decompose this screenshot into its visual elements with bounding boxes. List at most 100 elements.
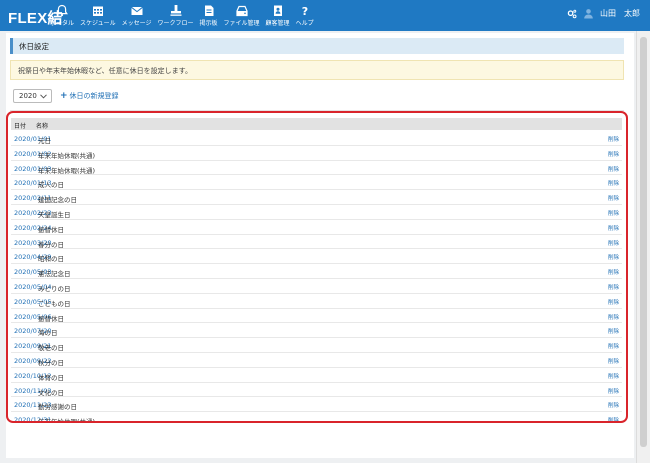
holiday-table: 日付 名称 2020/01/01 元日 削除 2020/01/02 年末年始休暇(共通)…: [6, 111, 628, 423]
nav-label: スケジュール: [80, 20, 116, 27]
holiday-name: 勤労感謝の日: [38, 403, 77, 412]
table-row: 2020/01/02 年末年始休暇(共通) 削除: [11, 146, 622, 161]
table-row: 2020/03/20 春分の日 削除: [11, 235, 622, 250]
holiday-name: 文化の日: [38, 388, 64, 397]
chevron-down-icon: [40, 94, 47, 99]
holiday-name: 敬老の日: [38, 344, 64, 353]
table-row: 2020/09/21 敬老の日 削除: [11, 338, 622, 353]
plus-icon: +: [60, 90, 68, 101]
table-row: 2020/02/23 天皇誕生日 削除: [11, 205, 622, 220]
holiday-name: 憲法記念日: [38, 270, 71, 279]
table-row: 2020/05/05 こどもの日 削除: [11, 294, 622, 309]
top-navigation-bar: FLEX結 ポータル スケジュール メッセージ ワークフロー 掲示板 ファイル管…: [0, 0, 650, 31]
table-row: 2020/12/31 年末年始休暇(共通) 削除: [11, 412, 622, 423]
holiday-name: 年末年始休暇(共通): [38, 418, 96, 423]
holiday-name: 秋分の日: [38, 359, 64, 367]
holiday-name: 年末年始休暇(共通): [38, 166, 96, 175]
delete-link[interactable]: 削除: [608, 327, 619, 335]
delete-link[interactable]: 削除: [608, 209, 619, 217]
column-header-date: 日付: [14, 123, 27, 130]
delete-link[interactable]: 削除: [608, 416, 619, 421]
page-title-bar: 休日設定: [10, 38, 624, 54]
delete-link[interactable]: 削除: [608, 179, 619, 187]
holiday-name: 建国記念の日: [38, 196, 77, 205]
holiday-name: みどりの日: [38, 285, 71, 293]
table-row: 2020/05/06 振替休日 削除: [11, 309, 622, 324]
nav-board[interactable]: 掲示板: [200, 0, 218, 31]
nav-label: 顧客管理: [265, 20, 290, 27]
holiday-name: 海の日: [38, 329, 58, 338]
delete-link[interactable]: 削除: [608, 357, 619, 365]
table-row: 2020/01/03 年末年始休暇(共通) 削除: [11, 161, 622, 176]
delete-link[interactable]: 削除: [608, 253, 619, 261]
table-row: 2020/04/29 昭和の日 削除: [11, 249, 622, 265]
nav-label: ファイル管理: [223, 20, 260, 27]
nav-customer-management[interactable]: 顧客管理: [266, 0, 290, 31]
stamp-icon: [170, 5, 181, 16]
holiday-name: 振替休日: [38, 314, 64, 323]
delete-link[interactable]: 削除: [608, 150, 619, 158]
nav-schedule[interactable]: スケジュール: [80, 0, 116, 31]
table-row: 2020/11/03 文化の日 削除: [11, 383, 622, 398]
scrollbar-thumb[interactable]: [640, 37, 647, 447]
add-holiday-label: 休日の新規登録: [69, 92, 119, 100]
table-row: 2020/07/20 海の日 削除: [11, 323, 622, 339]
nav-file-management[interactable]: ファイル管理: [224, 0, 260, 31]
content-panel: 休日設定 祝祭日や年末年始休暇など、任意に休日を設定します。 2020 + 休日…: [6, 33, 634, 458]
delete-link[interactable]: 削除: [608, 194, 619, 202]
holiday-name: 昭和の日: [38, 255, 64, 264]
gear-icon[interactable]: [567, 9, 577, 19]
nav-label: 掲示板: [199, 20, 218, 27]
envelope-icon: [130, 6, 143, 15]
table-row: 2020/10/12 体育の日 削除: [11, 368, 622, 383]
holiday-name: 春分の日: [38, 240, 64, 249]
hdd-icon: [235, 5, 248, 17]
contacts-icon: [273, 5, 282, 16]
table-row: 2020/11/23 勤労感謝の日 削除: [11, 397, 622, 413]
delete-link[interactable]: 削除: [608, 268, 619, 276]
delete-link[interactable]: 削除: [608, 239, 619, 247]
table-row: 2020/09/22 秋分の日 削除: [11, 353, 622, 368]
table-row: 2020/01/13 成人の日 削除: [11, 175, 622, 191]
nav-label: ワークフロー: [157, 20, 194, 27]
user-name: 山田 太郎: [600, 9, 640, 18]
svg-text:?: ?: [301, 5, 307, 17]
holiday-name: 振替休日: [38, 225, 64, 234]
table-row: 2020/02/24 振替休日 削除: [11, 220, 622, 235]
notice-text: 祝祭日や年末年始休暇など、任意に休日を設定します。: [18, 67, 192, 75]
delete-link[interactable]: 削除: [608, 387, 619, 395]
delete-link[interactable]: 削除: [608, 135, 619, 143]
nav-label: ヘルプ: [295, 20, 314, 27]
delete-link[interactable]: 削除: [608, 165, 619, 173]
table-row: 2020/05/03 憲法記念日 削除: [11, 264, 622, 279]
nav-message[interactable]: メッセージ: [122, 0, 152, 31]
holiday-name: 元日: [38, 137, 51, 145]
page-title: 休日設定: [19, 42, 49, 51]
board-icon: [204, 5, 214, 16]
nav-label: ポータル: [50, 20, 75, 27]
user-avatar-icon: [584, 9, 593, 19]
table-row: 2020/02/11 建国記念の日 削除: [11, 190, 622, 205]
year-value: 2020: [19, 92, 37, 100]
holiday-name: 体育の日: [38, 373, 64, 382]
year-select[interactable]: 2020: [13, 89, 52, 103]
add-holiday-link[interactable]: + 休日の新規登録: [60, 91, 119, 101]
holiday-name: 天皇誕生日: [38, 211, 71, 219]
delete-link[interactable]: 削除: [608, 313, 619, 321]
delete-link[interactable]: 削除: [608, 372, 619, 380]
nav-portal[interactable]: ポータル: [50, 0, 74, 31]
delete-link[interactable]: 削除: [608, 342, 619, 350]
calendar-icon: [92, 6, 103, 16]
bell-icon: [56, 4, 68, 17]
nav-help[interactable]: ? ヘルプ: [296, 0, 314, 31]
table-row: 2020/05/04 みどりの日 削除: [11, 279, 622, 294]
delete-link[interactable]: 削除: [608, 224, 619, 232]
vertical-scrollbar[interactable]: [636, 31, 650, 463]
nav-workflow[interactable]: ワークフロー: [158, 0, 194, 31]
main-nav: ポータル スケジュール メッセージ ワークフロー 掲示板 ファイル管理 顧客管理…: [50, 0, 320, 31]
delete-link[interactable]: 削除: [608, 401, 619, 409]
toolbar: 2020 + 休日の新規登録: [13, 88, 119, 104]
delete-link[interactable]: 削除: [608, 283, 619, 291]
delete-link[interactable]: 削除: [608, 298, 619, 306]
user-menu[interactable]: 山田 太郎: [567, 8, 640, 19]
